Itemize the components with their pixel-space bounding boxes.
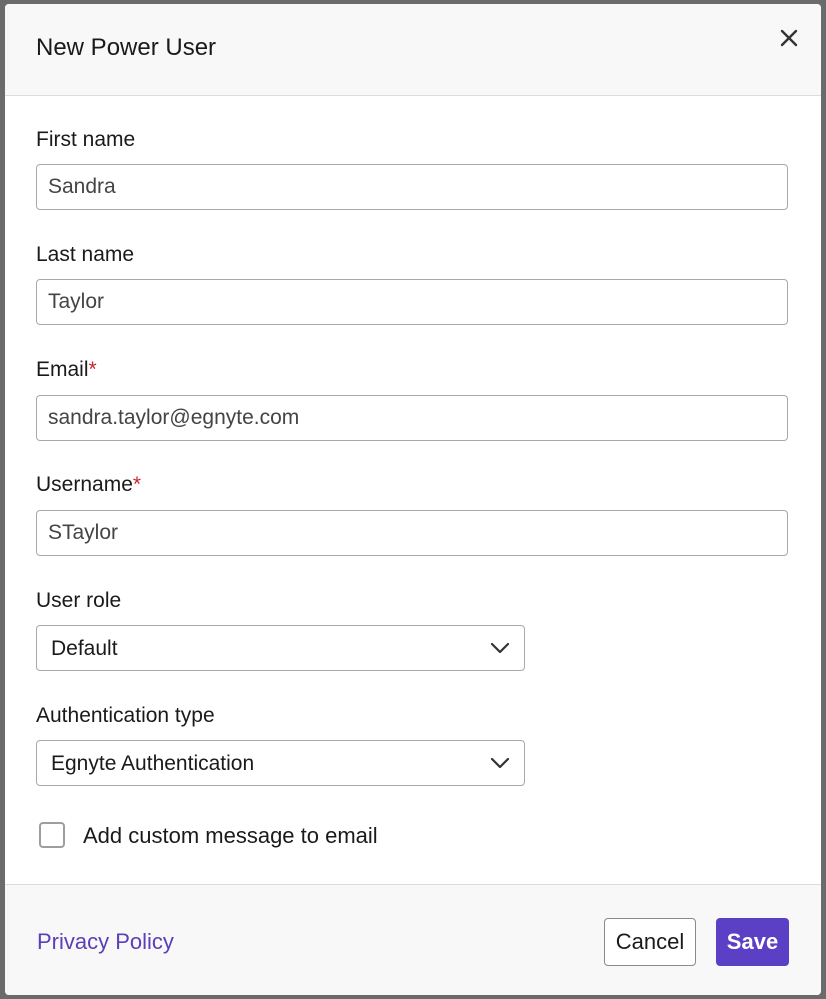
- chevron-down-icon: [490, 757, 510, 769]
- auth-type-label: Authentication type: [36, 704, 215, 727]
- username-label: Username*: [36, 473, 141, 497]
- user-role-label: User role: [36, 589, 122, 612]
- dialog-header: New Power User: [5, 4, 821, 96]
- user-role-select[interactable]: Default: [36, 625, 525, 671]
- email-field[interactable]: [36, 395, 788, 441]
- auth-type-value: Egnyte Authentication: [51, 752, 255, 775]
- username-field[interactable]: [36, 510, 788, 556]
- required-marker: *: [132, 473, 142, 496]
- chevron-down-icon: [490, 642, 510, 654]
- email-label: Email*: [36, 358, 97, 382]
- dialog-footer: Privacy Policy Cancel Save: [5, 884, 821, 995]
- auth-type-select[interactable]: Egnyte Authentication: [36, 740, 525, 786]
- save-button[interactable]: Save: [716, 918, 789, 966]
- new-power-user-dialog: New Power User First name Last name Emai…: [5, 4, 821, 995]
- last-name-field[interactable]: [36, 279, 788, 325]
- user-role-value: Default: [51, 637, 118, 660]
- email-label-text: Email: [36, 358, 89, 381]
- cancel-button[interactable]: Cancel: [604, 918, 696, 966]
- last-name-label: Last name: [36, 243, 135, 266]
- close-icon: [780, 29, 798, 47]
- close-button[interactable]: [775, 24, 803, 52]
- custom-message-checkbox[interactable]: [39, 822, 65, 848]
- username-label-text: Username: [36, 473, 133, 496]
- dialog-title: New Power User: [36, 34, 217, 61]
- custom-message-label[interactable]: Add custom message to email: [83, 823, 378, 849]
- privacy-policy-link[interactable]: Privacy Policy: [37, 929, 174, 955]
- first-name-field[interactable]: [36, 164, 788, 210]
- first-name-label: First name: [36, 128, 136, 151]
- required-marker: *: [88, 358, 97, 381]
